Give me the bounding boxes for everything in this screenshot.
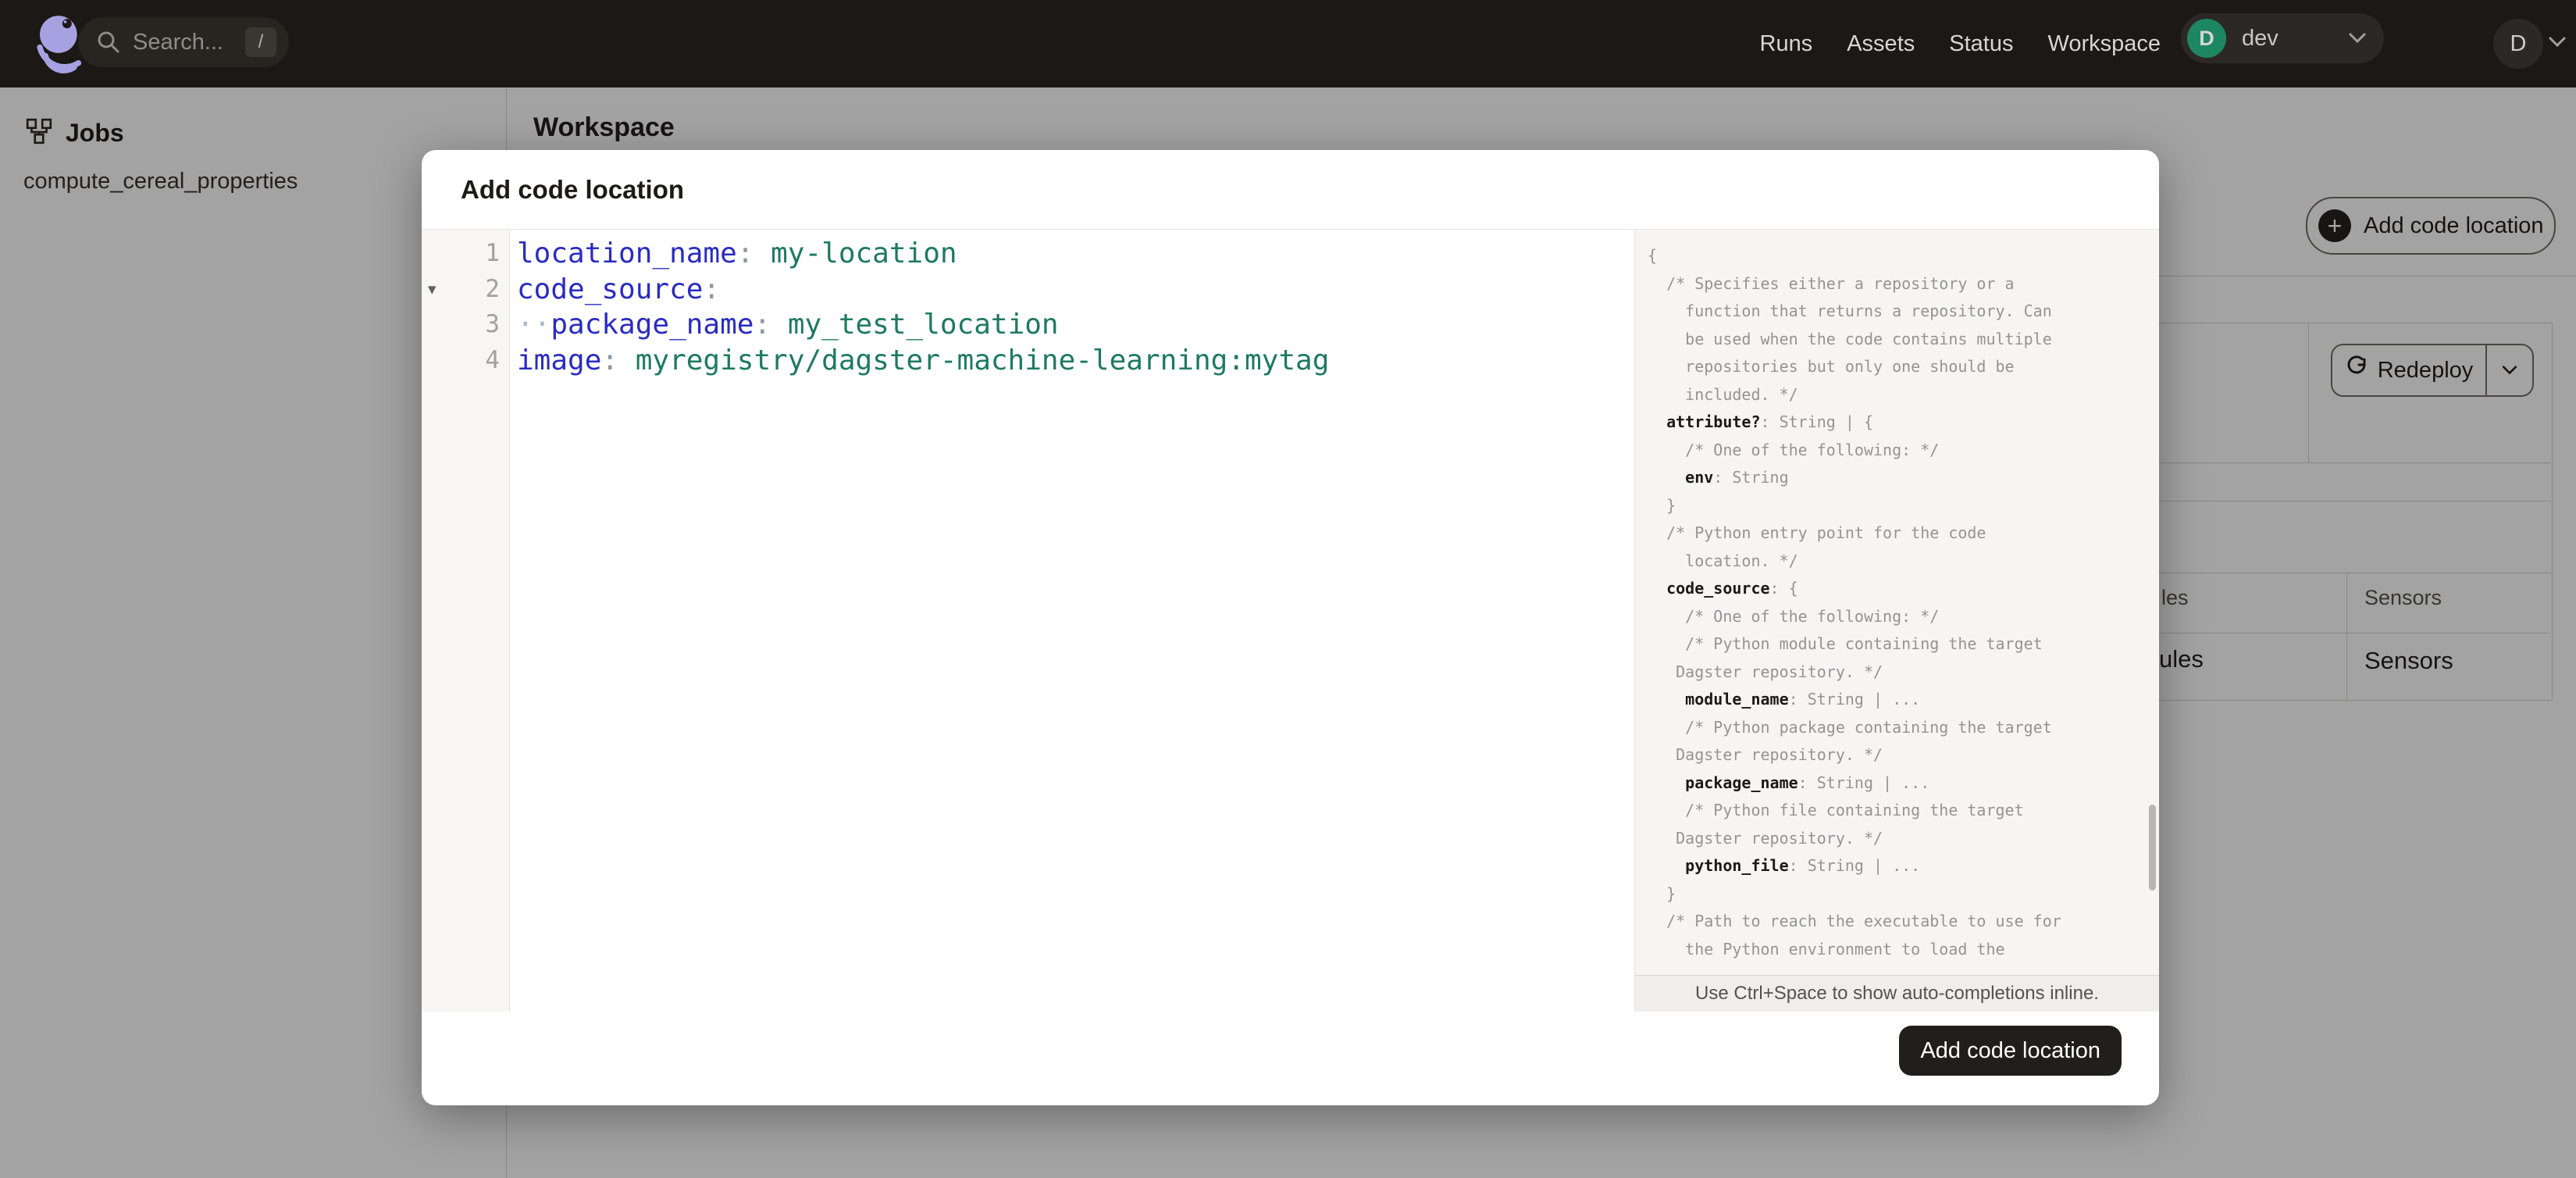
schema-line: attribute?: String | { [1666,412,1874,431]
nav-item-assets[interactable]: Assets [1847,31,1915,57]
schema-hint-panel: { /* Specifies either a repository or a … [1634,230,2159,975]
user-avatar[interactable]: D [2493,19,2543,69]
schema-line: code_source: { [1666,579,1798,598]
schema-line: Dagster repository. */ [1648,745,1883,764]
schema-line: /* Python entry point for the code [1648,523,1986,542]
code-line[interactable]: code_source: [511,272,1634,308]
line-number: 4 [485,345,500,374]
schema-line: /* Python file containing the target [1648,801,2024,819]
schema-line: /* Path to reach the executable to use f… [1648,912,2061,930]
schema-line: the Python environment to load the [1648,939,2005,958]
schema-line: function that returns a repository. Can [1648,302,2052,320]
modal-footer: Add code location [422,1012,2159,1105]
autocomplete-hint: Use Ctrl+Space to show auto-completions … [1634,975,2159,1012]
schema-line: /* Specifies either a repository or a [1648,273,2015,293]
deployment-avatar: D [2187,19,2226,58]
schema-line: included. */ [1648,384,1798,404]
schema-line: Dagster repository. */ [1648,662,1883,681]
schema-line: module_name: String | ... [1685,690,1921,709]
yaml-editor[interactable]: location_name: my-location code_source: ··… [511,230,1634,1012]
modal-body: 1 2 ▾ 3 4 location_name: my-location code_sou… [422,230,2159,1012]
top-nav: Search... / Runs Assets Status Workspace D … [0,0,2576,87]
nav-item-runs[interactable]: Runs [1760,31,1813,57]
search-icon [95,29,122,55]
fold-caret-icon[interactable]: ▾ [428,272,436,308]
code-line[interactable]: location_name: my-location [511,236,1634,272]
nav-links: Runs Assets Status Workspace [1760,0,2161,87]
search-input[interactable]: Search... / [78,17,289,67]
modal-header: Add code location [422,150,2159,230]
nav-item-workspace[interactable]: Workspace [2047,31,2161,57]
schema-line: be used when the code contains multiple [1648,329,2052,348]
schema-line: location. */ [1648,551,1798,570]
schema-line: package_name: String | ... [1685,773,1930,792]
deployment-switcher[interactable]: D dev [2181,13,2384,63]
schema-line: /* Python module containing the target [1648,634,2043,653]
dagster-app: Search... / Runs Assets Status Workspace D … [0,0,2576,1178]
schema-line: env: String [1685,468,1789,487]
line-number: 2 ▾ [422,272,509,308]
schema-line: } [1648,495,1676,515]
schema-line: python_file: String | ... [1685,856,1921,875]
search-placeholder: Search... [133,29,224,55]
line-number: 1 [485,239,500,267]
submit-add-code-location-button[interactable]: Add code location [1899,1026,2122,1076]
schema-line: { [1648,246,1658,265]
code-line[interactable]: ··package_name: my_test_location [511,307,1634,343]
schema-line: } [1648,884,1676,903]
code-line[interactable]: image: myregistry/dagster-machine-learni… [511,343,1634,379]
nav-item-status[interactable]: Status [1949,31,2013,57]
schema-line: Dagster repository. */ [1648,828,1883,848]
modal-title: Add code location [461,174,685,204]
schema-line: /* Python package containing the target [1648,717,2052,737]
chevron-down-icon [2348,32,2367,45]
user-menu-chevron-down-icon[interactable] [2548,36,2567,48]
schema-line: /* One of the following: */ [1648,606,1940,626]
line-number: 3 [485,310,500,338]
editor-gutter: 1 2 ▾ 3 4 [422,230,510,1012]
deployment-name: dev [2242,25,2278,51]
schema-line: /* One of the following: */ [1648,440,1940,459]
schema-scrollbar[interactable] [2149,805,2156,891]
schema-line: repositories but only one should be [1648,357,2015,376]
add-code-location-modal: Add code location 1 2 ▾ 3 4 location_name: m… [422,150,2159,1105]
user-initial: D [2510,30,2527,56]
search-shortcut-badge: / [245,27,276,57]
